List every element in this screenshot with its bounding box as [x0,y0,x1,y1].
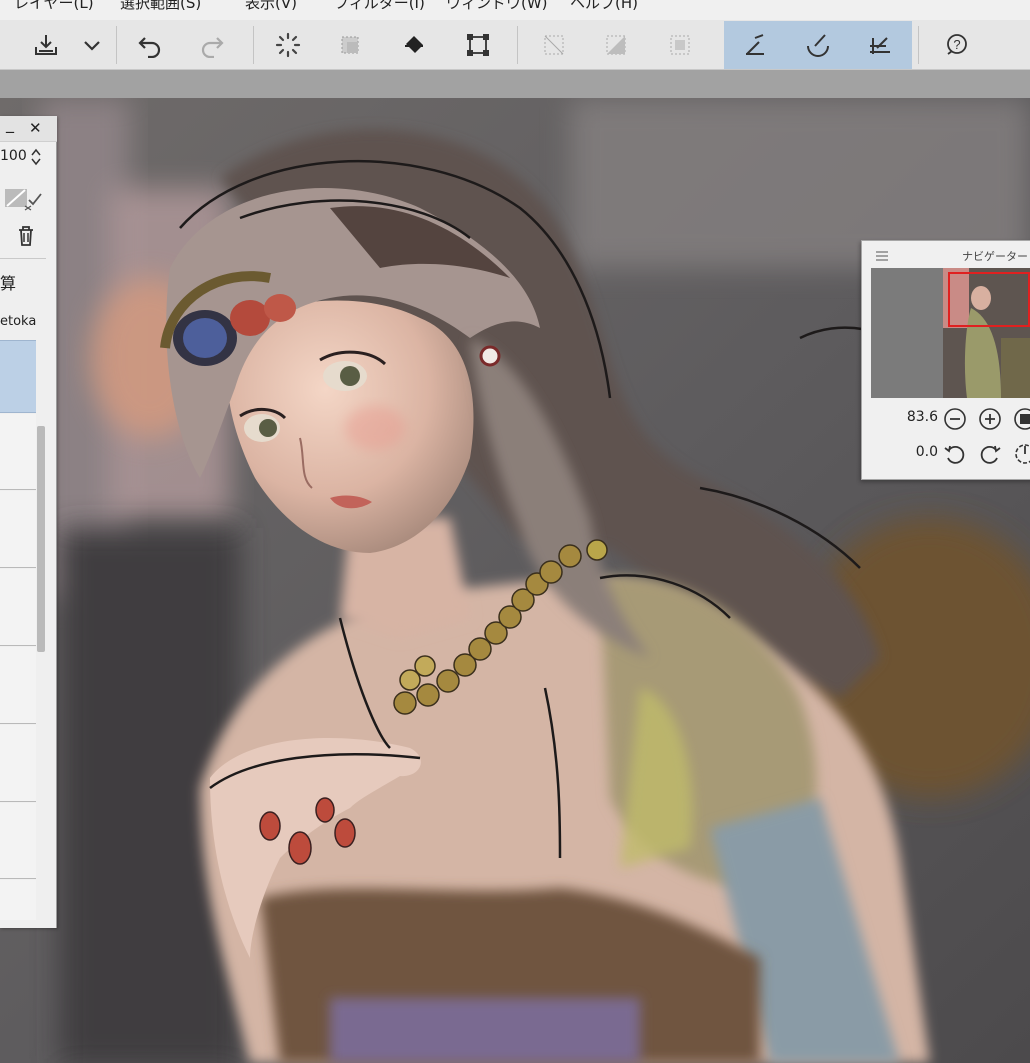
navigator-title: ナビゲーター [962,250,1028,263]
fill-button[interactable] [392,24,436,66]
layer-property-button[interactable] [3,186,43,212]
fit-screen-icon[interactable] [1013,407,1030,431]
menu-filter[interactable]: フィルター(I) [334,0,425,13]
import-button[interactable] [24,24,68,66]
layer-panel: _ ✕ 100 算 etoka [0,114,57,928]
layer-row[interactable] [0,491,36,568]
menu-window[interactable]: ウィンドウ(W) [446,0,548,13]
zoom-in-icon[interactable] [978,407,1002,431]
border-selection-button[interactable] [658,24,702,66]
snap-curve-icon [807,34,829,57]
rotate-right-icon[interactable] [978,442,1002,466]
layer-panel-header: _ ✕ [0,114,57,142]
spin-arrows-icon[interactable] [30,147,42,167]
zoom-out-icon[interactable] [943,407,967,431]
navigator-preview[interactable] [871,268,1030,398]
undo-button[interactable] [128,24,172,66]
import-icon [35,35,57,55]
select-transform-icon [341,36,359,54]
loading-spinner-icon [275,32,301,58]
layer-row[interactable] [0,725,36,802]
fill-bucket-icon [405,36,423,53]
opacity-value: 100 [0,148,27,164]
crop-frame-icon [467,34,489,56]
help-icon: ? [947,34,967,55]
minimize-button[interactable]: _ [6,114,14,133]
menu-layer[interactable]: レイヤー(L) [14,0,94,13]
reset-rotation-icon[interactable] [1013,442,1030,466]
deselect-button[interactable] [532,24,576,66]
rotation-value: 0.0 [915,444,938,460]
select-transform-button[interactable] [328,24,372,66]
menu-icon[interactable] [875,250,889,262]
invert-selection-button[interactable] [594,24,638,66]
layer-row[interactable] [0,414,36,490]
ruler-strip [0,70,1030,98]
snap-ruler-button[interactable] [734,24,778,66]
navigator-thumbnail [871,268,1030,398]
border-selection-icon [670,35,690,55]
import-dropdown-button[interactable] [72,24,112,66]
layer-row-selected[interactable] [0,340,36,413]
opacity-field[interactable]: 100 [0,144,57,170]
help-button[interactable]: ? [934,24,978,66]
snap-grid-button[interactable] [858,24,902,66]
layer-row[interactable] [0,647,36,724]
chevron-down-icon [84,41,100,51]
snap-grid-icon [870,37,890,54]
layer-row[interactable] [0,880,36,920]
deselect-icon [544,35,564,55]
redo-button[interactable] [190,24,234,66]
close-button[interactable]: ✕ [29,119,42,137]
blend-mode-label: 算 [0,274,17,293]
zoom-value: 83.6 [906,409,938,425]
layer-name: etoka [0,314,37,329]
layer-row[interactable] [0,803,36,879]
command-bar: ? [0,20,1030,70]
redo-icon [201,37,224,58]
layer-scrollbar[interactable] [37,426,45,652]
svg-text:?: ? [953,37,960,52]
snap-ruler-icon [746,34,764,55]
trash-icon [19,226,33,246]
layer-row[interactable] [0,569,36,646]
delete-layer-button[interactable] [14,224,40,250]
layer-property-icon [5,189,42,211]
menu-view[interactable]: 表示(V) [245,0,297,13]
loading-button[interactable] [266,24,310,66]
navigator-panel: ナビゲーター 83.6 0.0 [861,240,1030,480]
invert-selection-icon [606,35,626,55]
menu-selection[interactable]: 選択範囲(S) [120,0,201,13]
rotate-left-icon[interactable] [943,442,967,466]
undo-icon [138,37,161,58]
menu-bar: レイヤー(L) 選択範囲(S) 表示(V) フィルター(I) ウィンドウ(W) … [0,0,1030,20]
snap-curve-button[interactable] [796,24,840,66]
crop-button[interactable] [456,24,500,66]
menu-help[interactable]: ヘルプ(H) [570,0,638,13]
